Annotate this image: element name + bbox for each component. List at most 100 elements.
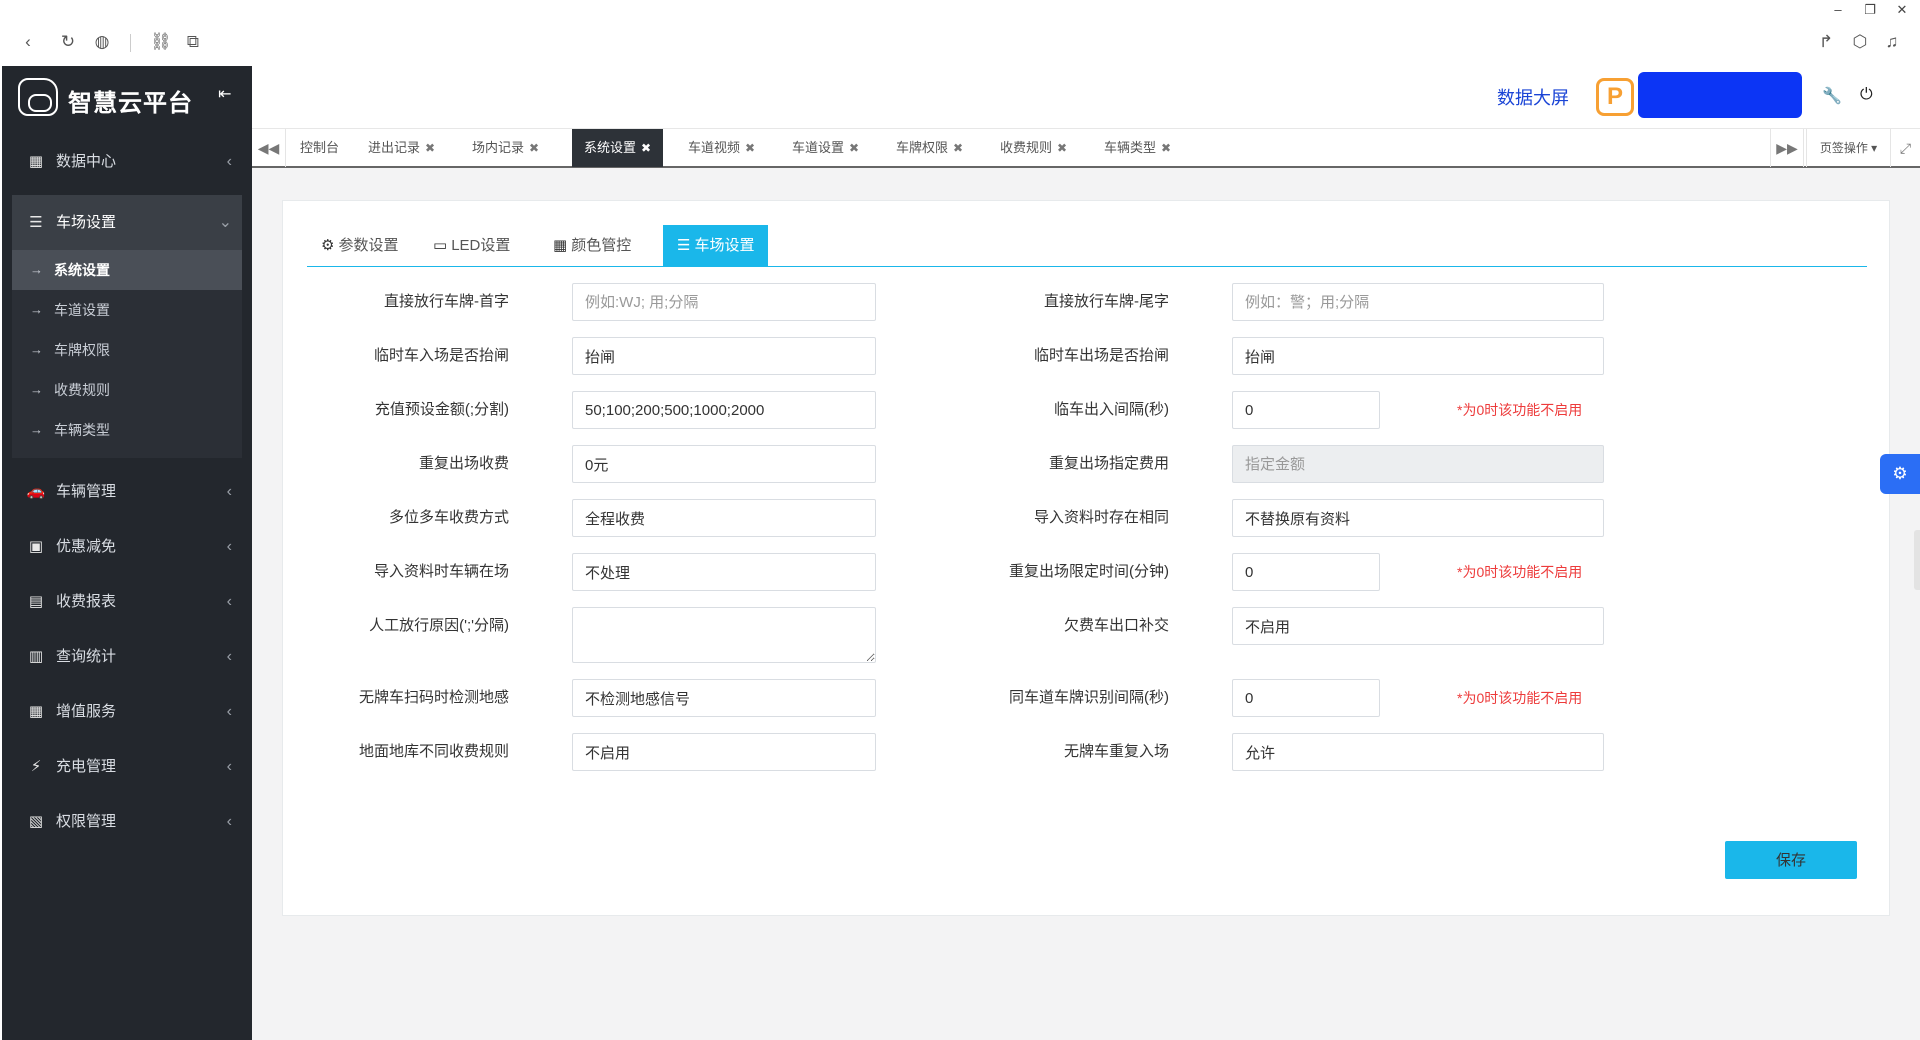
restore-icon[interactable]: ❐ [1858, 2, 1882, 18]
tabs-next-icon[interactable]: ▶▶ [1770, 129, 1804, 167]
tab-parking-settings[interactable]: ☰ 车场设置 [663, 225, 769, 267]
hint-text: *为0时该功能不启用 [1457, 564, 1583, 580]
field-label: 充值预设金额(;分割) [374, 401, 509, 418]
toolbar-divider [130, 34, 131, 52]
sliders-icon: ☰ [677, 237, 691, 254]
temp-car-interval-input[interactable] [1232, 391, 1380, 429]
tab-entry-exit-records[interactable]: 进出记录 ✖ [356, 129, 447, 167]
close-tab-icon[interactable]: ✖ [1161, 141, 1171, 155]
globe-icon[interactable]: ◍ [92, 32, 112, 52]
tab-led-settings[interactable]: ▭ LED设置 [419, 225, 524, 267]
save-button[interactable]: 保存 [1725, 841, 1857, 879]
import-duplicate-select[interactable] [1232, 499, 1604, 537]
tabs-prev-icon[interactable]: ◀◀ [252, 129, 286, 167]
tab-onsite-records[interactable]: 场内记录 ✖ [460, 129, 551, 167]
repeat-exit-fee-select[interactable] [572, 445, 876, 483]
grid-icon: ▦ [28, 153, 44, 170]
import-vehicle-present-select[interactable] [572, 553, 876, 591]
close-tab-icon[interactable]: ✖ [641, 141, 651, 155]
tab-plate-permission[interactable]: 车牌权限 ✖ [884, 129, 975, 167]
sidebar-item-label: 增值服务 [56, 703, 117, 720]
close-tab-icon[interactable]: ✖ [849, 141, 859, 155]
close-tab-icon[interactable]: ✖ [529, 141, 539, 155]
floating-settings-gear-icon[interactable]: ⚙ [1880, 454, 1920, 494]
sidebar-item-label: 收费报表 [56, 593, 117, 610]
bar-chart-icon: ▤ [28, 593, 44, 610]
sidebar-item-parking-settings[interactable]: ☰ 车场设置 ⌄ [12, 195, 242, 250]
tab-label: 车辆类型 [1104, 140, 1157, 155]
close-tab-icon[interactable]: ✖ [1057, 141, 1067, 155]
settings-tabs: ⚙ 参数设置 ▭ LED设置 ▦ 颜色管控 ☰ 车场设置 [307, 225, 1867, 267]
repeat-exit-fixed-fee-input[interactable] [1232, 445, 1604, 483]
field-label: 人工放行原因(';'分隔) [369, 617, 509, 634]
data-screen-link[interactable]: 数据大屏 [1497, 84, 1569, 110]
user-badge-icon: ▧ [28, 813, 44, 830]
temp-exit-gate-select[interactable] [1232, 337, 1604, 375]
chevron-down-icon: ⌄ [218, 214, 232, 231]
sidebar-subitem-fee-rules[interactable]: → 收费规则 [12, 370, 242, 410]
refresh-icon[interactable]: ↻ [58, 32, 78, 52]
tab-fee-rules[interactable]: 收费规则 ✖ [988, 129, 1079, 167]
plate-prefix-input[interactable] [572, 283, 876, 321]
field-label: 重复出场指定费用 [1048, 455, 1169, 472]
field-label: 同车道车牌识别间隔(秒) [1009, 689, 1169, 706]
field-label: 临时车出场是否抬闸 [1033, 347, 1169, 364]
id-card-icon: ▣ [28, 538, 44, 555]
page-tab-operations-dropdown[interactable]: 页签操作 ▾ [1806, 129, 1890, 167]
sidebar-subitem-lane-settings[interactable]: → 车道设置 [12, 290, 242, 330]
share-icon[interactable]: ↱ [1816, 32, 1836, 52]
fullscreen-icon[interactable]: ⤢ [1890, 129, 1920, 167]
cube-icon[interactable]: ⬡ [1850, 32, 1870, 52]
close-tab-icon[interactable]: ✖ [745, 141, 755, 155]
tab-vehicle-types[interactable]: 车辆类型 ✖ [1092, 129, 1183, 167]
close-tab-icon[interactable]: ✖ [425, 141, 435, 155]
link-icon[interactable]: ⛓ [150, 32, 172, 52]
back-icon[interactable]: ‹ [18, 32, 38, 52]
tab-console[interactable]: 控制台 [288, 129, 351, 167]
recharge-presets-input[interactable] [572, 391, 876, 429]
arrears-exit-payment-select[interactable] [1232, 607, 1604, 645]
tab-label: 参数设置 [338, 237, 399, 254]
extension-icon[interactable]: ⧉ [183, 32, 203, 52]
field-label: 重复出场收费 [418, 455, 509, 472]
collapse-sidebar-icon[interactable]: ⇤ [218, 84, 231, 104]
list-icon: ▥ [28, 648, 44, 665]
sound-icon[interactable]: ♫ [1882, 32, 1902, 52]
qrcode-icon: ▦ [28, 703, 44, 720]
manual-release-reasons-textarea[interactable] [572, 607, 876, 663]
arrow-right-icon: → [30, 302, 43, 317]
sidebar-subitem-vehicle-types[interactable]: → 车辆类型 [12, 410, 242, 450]
tab-lane-settings[interactable]: 车道设置 ✖ [780, 129, 871, 167]
user-account-button[interactable] [1638, 72, 1802, 118]
minimize-icon[interactable]: – [1826, 2, 1850, 17]
tab-color-control[interactable]: ▦ 颜色管控 [539, 225, 645, 267]
same-lane-recognition-interval-input[interactable] [1232, 679, 1380, 717]
unplated-repeat-entry-select[interactable] [1232, 733, 1604, 771]
field-label: 直接放行车牌-尾字 [1044, 293, 1169, 310]
close-tab-icon[interactable]: ✖ [953, 141, 963, 155]
tab-label: 车道视频 [688, 140, 741, 155]
unplated-scan-sensor-select[interactable] [572, 679, 876, 717]
field-label: 重复出场限定时间(分钟) [1009, 563, 1169, 580]
close-icon[interactable]: ✕ [1890, 2, 1914, 18]
repeat-exit-time-limit-input[interactable] [1232, 553, 1380, 591]
multi-car-fee-mode-select[interactable] [572, 499, 876, 537]
arrow-right-icon: → [30, 342, 43, 357]
tab-system-settings[interactable]: 系统设置 ✖ [572, 129, 664, 167]
sidebar-item-permissions[interactable]: ▧ 权限管理 ‹ [2, 794, 252, 849]
side-drawer-handle[interactable] [1914, 530, 1920, 590]
tab-param-settings[interactable]: ⚙ 参数设置 [307, 225, 412, 267]
ground-basement-rules-select[interactable] [572, 733, 876, 771]
field-label: 直接放行车牌-首字 [384, 293, 509, 310]
plate-suffix-input[interactable] [1232, 283, 1604, 321]
tab-lane-video[interactable]: 车道视频 ✖ [676, 129, 767, 167]
temp-entry-gate-select[interactable] [572, 337, 876, 375]
sidebar-subitem-system-settings[interactable]: → 系统设置 [12, 250, 242, 290]
wrench-icon[interactable]: 🔧 [1822, 86, 1842, 106]
logout-icon[interactable]: ⏻ [1860, 86, 1873, 104]
sidebar-subitem-plate-permission[interactable]: → 车牌权限 [12, 330, 242, 370]
hint-text: *为0时该功能不启用 [1457, 690, 1583, 706]
sidebar-item-data-center[interactable]: ▦ 数据中心 ‹ [2, 134, 252, 189]
parking-logo-icon: P [1596, 78, 1634, 116]
tab-label: 颜色管控 [571, 237, 632, 254]
